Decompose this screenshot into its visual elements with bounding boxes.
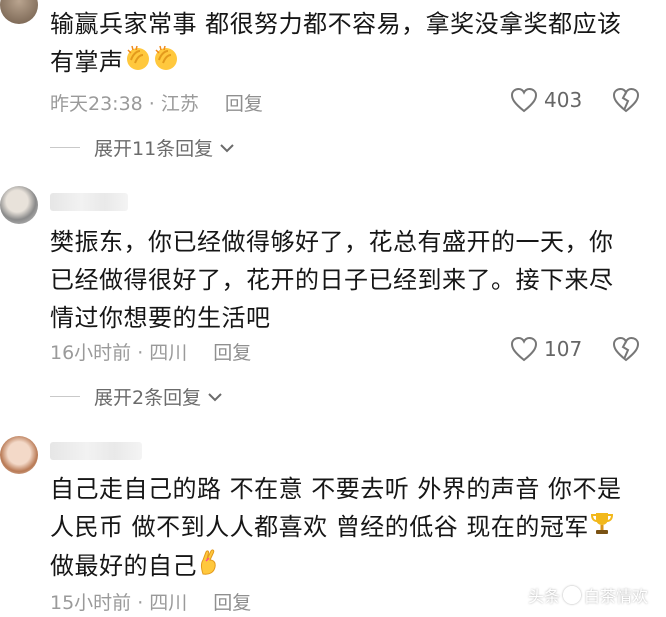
- divider: [50, 396, 80, 397]
- comment-text: 自己走自己的路 不在意 不要去听 外界的声音 你不是人民币 做不到人人都喜欢 曾…: [50, 470, 630, 587]
- comment-text: 输赢兵家常事 都很努力都不容易，拿奖没拿奖都应该有掌声: [50, 5, 630, 83]
- like-button[interactable]: 403: [510, 87, 582, 113]
- clapping-hands-icon: [124, 44, 152, 83]
- time-location: 16小时前 · 四川: [50, 342, 188, 364]
- avatar[interactable]: [0, 0, 38, 24]
- watermark: 头条 白茶情欢: [528, 583, 648, 607]
- reply-button[interactable]: 回复: [225, 89, 263, 116]
- crossed-fingers-icon: [197, 548, 221, 587]
- expand-replies-button[interactable]: 展开11条回复: [50, 134, 235, 161]
- username-blurred[interactable]: [50, 442, 142, 460]
- watermark-handle: 白茶情欢: [584, 587, 649, 606]
- heart-outline-icon: [510, 87, 538, 113]
- reply-button[interactable]: 回复: [213, 588, 251, 615]
- time-location: 昨天23:38 · 江苏: [50, 93, 199, 115]
- expand-replies-button[interactable]: 展开2条回复: [50, 383, 223, 410]
- like-count: 403: [544, 88, 583, 112]
- clapping-hands-icon: [152, 44, 180, 83]
- trophy-icon: [589, 509, 615, 547]
- time-location: 15小时前 · 四川: [50, 592, 188, 614]
- heart-outline-icon: [510, 336, 538, 362]
- like-button[interactable]: 107: [510, 336, 582, 362]
- divider: [50, 147, 80, 148]
- comment-meta: 15小时前 · 四川 回复: [50, 588, 251, 615]
- comment-text: 樊振东，你已经做得够好了，花总有盛开的一天，你已经做得很好了，花开的日子已经到来…: [50, 228, 614, 332]
- broken-heart-icon: [612, 87, 640, 113]
- broken-heart-icon: [612, 336, 640, 362]
- avatar[interactable]: [0, 436, 38, 474]
- avatar[interactable]: [0, 186, 38, 224]
- chevron-down-icon: [208, 392, 222, 401]
- at-sign-icon: [563, 586, 582, 604]
- chevron-down-icon: [220, 143, 234, 152]
- reply-button[interactable]: 回复: [213, 338, 251, 365]
- comment-meta: 昨天23:38 · 江苏 回复: [50, 89, 263, 116]
- username-blurred[interactable]: [50, 193, 128, 211]
- dislike-button[interactable]: [612, 336, 640, 366]
- watermark-prefix: 头条: [528, 587, 561, 606]
- dislike-button[interactable]: [612, 87, 640, 117]
- like-count: 107: [544, 337, 583, 361]
- comment-meta: 16小时前 · 四川 回复: [50, 338, 251, 365]
